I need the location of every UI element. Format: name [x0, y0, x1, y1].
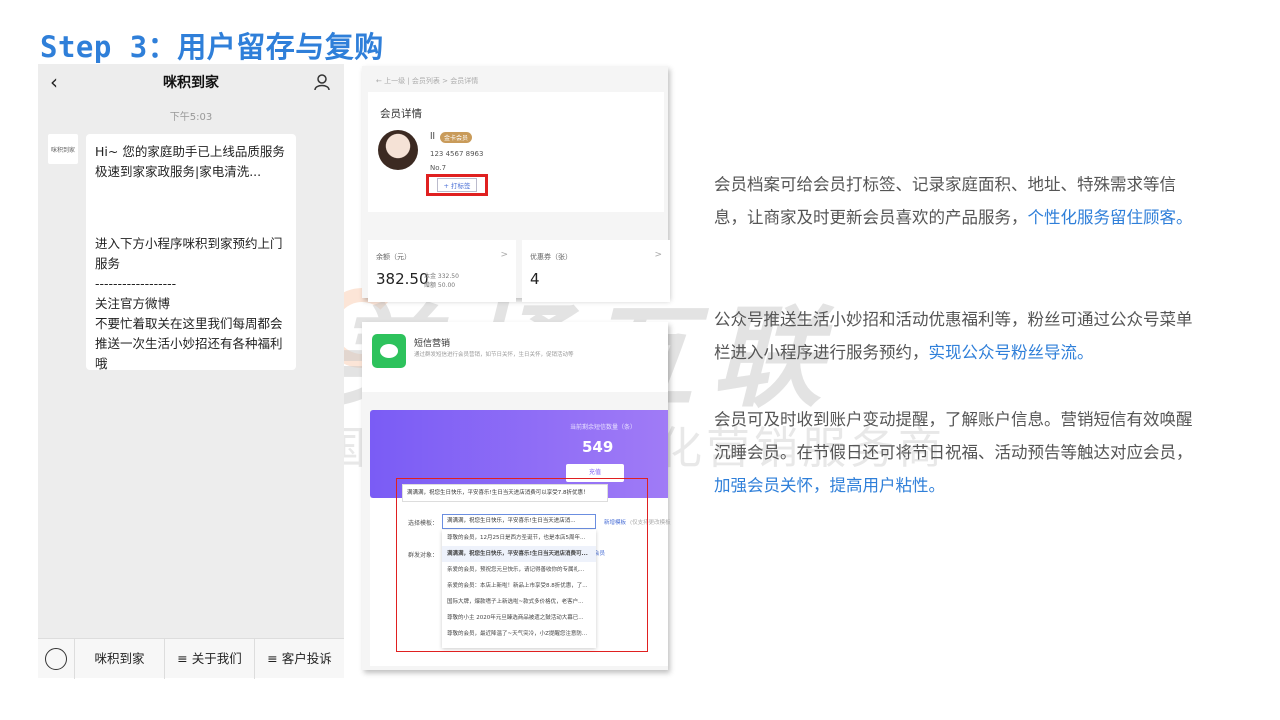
sms-highlight-frame — [396, 478, 648, 652]
menu-item-complaint[interactable]: ≡ 客户投诉 — [254, 638, 344, 679]
description-text: 会员可及时收到账户变动提醒，了解账户信息。营销短信有效唤醒沉睡会员。在节假日还可… — [714, 410, 1193, 462]
wechat-chat-screen: ‹ 咪积到家 下午5:03 咪积到家 Hi~ 您的家庭助手已上线品质服务 极速到… — [38, 64, 344, 679]
description-highlight: 加强会员关怀，提高用户粘性。 — [714, 476, 945, 495]
keyboard-toggle[interactable] — [38, 647, 74, 670]
keyboard-icon — [45, 647, 67, 670]
add-tag-highlight: + 打标签 — [426, 174, 488, 196]
chevron-right-icon: > — [654, 250, 662, 260]
chat-title: 咪积到家 — [163, 75, 219, 91]
description-highlight: 实现公众号粉丝导流。 — [928, 343, 1094, 362]
coupon-value: 4 — [530, 270, 540, 288]
slide-title: Step 3：用户留存与复购 — [40, 30, 384, 64]
description-sms: 会员可及时收到账户变动提醒，了解账户信息。营销短信有效唤醒沉睡会员。在节假日还可… — [714, 403, 1204, 502]
chat-header: ‹ 咪积到家 — [38, 64, 344, 100]
add-tag-button[interactable]: + 打标签 — [437, 178, 477, 192]
member-avatar — [378, 130, 418, 170]
menu-item-home[interactable]: 咪积到家 — [74, 638, 164, 679]
description-official-account: 公众号推送生活小妙招和活动优惠福利等，粉丝可通过公众号菜单栏进入小程序进行服务预… — [714, 303, 1204, 369]
message-bubble[interactable]: Hi~ 您的家庭助手已上线品质服务 极速到家家政服务|家电清洗... 进入下方小… — [86, 134, 296, 371]
sms-chat-icon — [372, 334, 406, 368]
remaining-value: 549 — [582, 438, 614, 456]
remaining-label: 当前剩余短信数量（条） — [570, 424, 637, 431]
section-label: 会员详情 — [380, 108, 422, 120]
sms-header-card: 短信营销 通过群发短信进行会员营销，如节日关怀，生日关怀，促销活动等 — [362, 322, 668, 392]
sms-marketing-panel: 短信营销 通过群发短信进行会员营销，如节日关怀，生日关怀，促销活动等 当前剩余短… — [362, 322, 671, 670]
balance-breakdown: 本金 332.50 赠额 50.00 — [424, 273, 459, 289]
coupon-label: 优惠券（张） — [530, 253, 572, 261]
sms-title: 短信营销 — [414, 339, 451, 349]
member-level-badge: 金卡会员 — [440, 132, 473, 143]
chevron-right-icon: > — [500, 250, 508, 260]
coupon-card[interactable]: 优惠券（张） > 4 — [522, 240, 670, 302]
message-time: 下午5:03 — [169, 112, 213, 123]
member-card: 会员详情 ll 金卡会员 123 4567 8963 No.7 + 打标签 — [368, 92, 664, 212]
balance-label: 余额（元） — [376, 253, 411, 261]
breadcrumb[interactable]: ← 上一级 | 会员列表 > 会员详情 — [376, 76, 478, 86]
avatar-text: 咪积到家 — [50, 146, 75, 154]
description-member-profile: 会员档案可给会员打标签、记录家庭面积、地址、特殊需求等信息，让商家及时更新会员喜… — [714, 168, 1204, 234]
sms-description: 通过群发短信进行会员营销，如节日关怀，生日关怀，促销活动等 — [414, 352, 574, 358]
member-number: No.7 — [430, 164, 447, 172]
user-profile-icon[interactable] — [312, 72, 332, 92]
message-text-2: 进入下方小程序咪积到家预约上门 服务 ------------------ 关注… — [95, 236, 283, 371]
official-account-menu: 咪积到家 ≡ 关于我们 ≡ 客户投诉 — [38, 638, 344, 679]
balance-card[interactable]: 余额（元） > 382.50 本金 332.50 赠额 50.00 — [368, 240, 516, 302]
menu-item-about[interactable]: ≡ 关于我们 — [164, 638, 254, 679]
member-detail-panel: ← 上一级 | 会员列表 > 会员详情 会员详情 ll 金卡会员 123 456… — [362, 66, 670, 302]
official-account-avatar[interactable]: 咪积到家 — [48, 134, 78, 164]
message-text-1: Hi~ 您的家庭助手已上线品质服务 极速到家家政服务|家电清洗... — [95, 144, 285, 179]
balance-value: 382.50 — [376, 270, 429, 288]
back-icon[interactable]: ‹ — [50, 70, 70, 94]
description-highlight: 个性化服务留住顾客。 — [1027, 208, 1193, 227]
member-phone: 123 4567 8963 — [430, 150, 484, 158]
member-name: ll — [430, 132, 436, 142]
